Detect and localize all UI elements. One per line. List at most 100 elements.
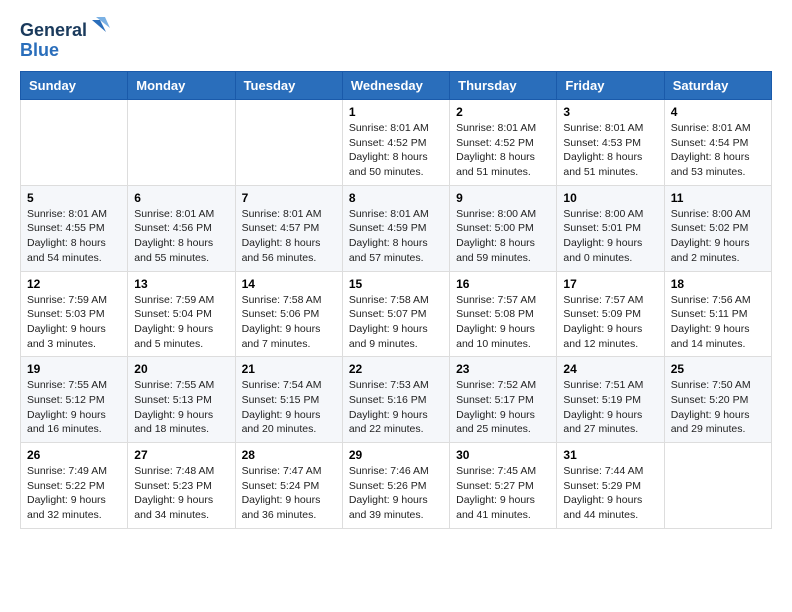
day-number: 15 — [349, 277, 443, 291]
day-info: Sunrise: 7:51 AM Sunset: 5:19 PM Dayligh… — [563, 378, 657, 437]
calendar-cell: 31 Sunrise: 7:44 AM Sunset: 5:29 PM Dayli… — [557, 443, 664, 529]
day-info: Sunrise: 8:00 AM Sunset: 5:02 PM Dayligh… — [671, 207, 765, 266]
day-number: 13 — [134, 277, 228, 291]
day-number: 25 — [671, 362, 765, 376]
day-number: 12 — [27, 277, 121, 291]
calendar-cell: 15 Sunrise: 7:58 AM Sunset: 5:07 PM Dayli… — [342, 271, 449, 357]
day-info: Sunrise: 7:50 AM Sunset: 5:20 PM Dayligh… — [671, 378, 765, 437]
day-info: Sunrise: 8:01 AM Sunset: 4:53 PM Dayligh… — [563, 121, 657, 180]
logo-icon: General Blue — [20, 16, 110, 61]
calendar-cell: 25 Sunrise: 7:50 AM Sunset: 5:20 PM Dayli… — [664, 357, 771, 443]
calendar-week-row: 26 Sunrise: 7:49 AM Sunset: 5:22 PM Dayli… — [21, 443, 772, 529]
weekday-header-row: SundayMondayTuesdayWednesdayThursdayFrid… — [21, 72, 772, 100]
day-info: Sunrise: 8:01 AM Sunset: 4:57 PM Dayligh… — [242, 207, 336, 266]
calendar-cell — [235, 100, 342, 186]
calendar-cell: 3 Sunrise: 8:01 AM Sunset: 4:53 PM Daylig… — [557, 100, 664, 186]
day-number: 11 — [671, 191, 765, 205]
calendar-table: SundayMondayTuesdayWednesdayThursdayFrid… — [20, 71, 772, 529]
day-number: 30 — [456, 448, 550, 462]
weekday-header: Wednesday — [342, 72, 449, 100]
calendar-cell: 14 Sunrise: 7:58 AM Sunset: 5:06 PM Dayli… — [235, 271, 342, 357]
calendar-cell: 24Sunrise: 7:51 AM Sunset: 5:19 PM Dayli… — [557, 357, 664, 443]
day-info: Sunrise: 7:59 AM Sunset: 5:03 PM Dayligh… — [27, 293, 121, 352]
calendar-cell: 9Sunrise: 8:00 AM Sunset: 5:00 PM Daylig… — [450, 185, 557, 271]
calendar-cell: 30 Sunrise: 7:45 AM Sunset: 5:27 PM Dayli… — [450, 443, 557, 529]
calendar-cell: 28 Sunrise: 7:47 AM Sunset: 5:24 PM Dayli… — [235, 443, 342, 529]
day-info: Sunrise: 8:01 AM Sunset: 4:59 PM Dayligh… — [349, 207, 443, 266]
day-info: Sunrise: 7:47 AM Sunset: 5:24 PM Dayligh… — [242, 464, 336, 523]
header: General Blue — [20, 16, 772, 61]
weekday-header: Monday — [128, 72, 235, 100]
day-number: 8 — [349, 191, 443, 205]
logo: General Blue — [20, 16, 110, 61]
day-number: 2 — [456, 105, 550, 119]
day-number: 9 — [456, 191, 550, 205]
calendar-cell: 27Sunrise: 7:48 AM Sunset: 5:23 PM Dayli… — [128, 443, 235, 529]
day-number: 7 — [242, 191, 336, 205]
day-info: Sunrise: 7:49 AM Sunset: 5:22 PM Dayligh… — [27, 464, 121, 523]
weekday-header: Sunday — [21, 72, 128, 100]
calendar-cell: 22 Sunrise: 7:53 AM Sunset: 5:16 PM Dayli… — [342, 357, 449, 443]
calendar-cell — [128, 100, 235, 186]
calendar-week-row: 12 Sunrise: 7:59 AM Sunset: 5:03 PM Dayli… — [21, 271, 772, 357]
page: General Blue SundayMondayTuesdayWednesda… — [0, 0, 792, 545]
calendar-cell: 7 Sunrise: 8:01 AM Sunset: 4:57 PM Daylig… — [235, 185, 342, 271]
day-info: Sunrise: 7:55 AM Sunset: 5:12 PM Dayligh… — [27, 378, 121, 437]
day-number: 3 — [563, 105, 657, 119]
calendar-cell — [664, 443, 771, 529]
day-info: Sunrise: 7:52 AM Sunset: 5:17 PM Dayligh… — [456, 378, 550, 437]
calendar-cell: 17Sunrise: 7:57 AM Sunset: 5:09 PM Dayli… — [557, 271, 664, 357]
calendar-cell: 10 Sunrise: 8:00 AM Sunset: 5:01 PM Dayli… — [557, 185, 664, 271]
day-number: 29 — [349, 448, 443, 462]
day-info: Sunrise: 7:44 AM Sunset: 5:29 PM Dayligh… — [563, 464, 657, 523]
day-info: Sunrise: 7:45 AM Sunset: 5:27 PM Dayligh… — [456, 464, 550, 523]
calendar-cell: 6Sunrise: 8:01 AM Sunset: 4:56 PM Daylig… — [128, 185, 235, 271]
day-number: 31 — [563, 448, 657, 462]
day-info: Sunrise: 7:58 AM Sunset: 5:06 PM Dayligh… — [242, 293, 336, 352]
day-number: 21 — [242, 362, 336, 376]
calendar-cell: 8 Sunrise: 8:01 AM Sunset: 4:59 PM Daylig… — [342, 185, 449, 271]
calendar-cell — [21, 100, 128, 186]
calendar-cell: 12 Sunrise: 7:59 AM Sunset: 5:03 PM Dayli… — [21, 271, 128, 357]
svg-text:Blue: Blue — [20, 40, 59, 60]
weekday-header: Thursday — [450, 72, 557, 100]
day-info: Sunrise: 7:53 AM Sunset: 5:16 PM Dayligh… — [349, 378, 443, 437]
calendar-cell: 23Sunrise: 7:52 AM Sunset: 5:17 PM Dayli… — [450, 357, 557, 443]
weekday-header: Saturday — [664, 72, 771, 100]
day-info: Sunrise: 8:01 AM Sunset: 4:52 PM Dayligh… — [349, 121, 443, 180]
calendar-cell: 16 Sunrise: 7:57 AM Sunset: 5:08 PM Dayli… — [450, 271, 557, 357]
day-number: 19 — [27, 362, 121, 376]
day-number: 1 — [349, 105, 443, 119]
day-info: Sunrise: 7:57 AM Sunset: 5:08 PM Dayligh… — [456, 293, 550, 352]
calendar-cell: 26 Sunrise: 7:49 AM Sunset: 5:22 PM Dayli… — [21, 443, 128, 529]
day-info: Sunrise: 7:54 AM Sunset: 5:15 PM Dayligh… — [242, 378, 336, 437]
calendar-cell: 5Sunrise: 8:01 AM Sunset: 4:55 PM Daylig… — [21, 185, 128, 271]
day-number: 18 — [671, 277, 765, 291]
day-number: 16 — [456, 277, 550, 291]
calendar-cell: 29 Sunrise: 7:46 AM Sunset: 5:26 PM Dayli… — [342, 443, 449, 529]
day-number: 6 — [134, 191, 228, 205]
day-number: 26 — [27, 448, 121, 462]
day-info: Sunrise: 7:46 AM Sunset: 5:26 PM Dayligh… — [349, 464, 443, 523]
day-info: Sunrise: 8:00 AM Sunset: 5:01 PM Dayligh… — [563, 207, 657, 266]
weekday-header: Tuesday — [235, 72, 342, 100]
day-number: 22 — [349, 362, 443, 376]
day-number: 10 — [563, 191, 657, 205]
day-number: 28 — [242, 448, 336, 462]
day-info: Sunrise: 8:01 AM Sunset: 4:52 PM Dayligh… — [456, 121, 550, 180]
calendar-cell: 11 Sunrise: 8:00 AM Sunset: 5:02 PM Dayli… — [664, 185, 771, 271]
day-info: Sunrise: 7:58 AM Sunset: 5:07 PM Dayligh… — [349, 293, 443, 352]
day-info: Sunrise: 7:59 AM Sunset: 5:04 PM Dayligh… — [134, 293, 228, 352]
day-info: Sunrise: 7:48 AM Sunset: 5:23 PM Dayligh… — [134, 464, 228, 523]
day-info: Sunrise: 7:57 AM Sunset: 5:09 PM Dayligh… — [563, 293, 657, 352]
day-info: Sunrise: 8:01 AM Sunset: 4:55 PM Dayligh… — [27, 207, 121, 266]
weekday-header: Friday — [557, 72, 664, 100]
day-info: Sunrise: 8:01 AM Sunset: 4:54 PM Dayligh… — [671, 121, 765, 180]
calendar-week-row: 1 Sunrise: 8:01 AM Sunset: 4:52 PM Daylig… — [21, 100, 772, 186]
day-number: 14 — [242, 277, 336, 291]
day-number: 20 — [134, 362, 228, 376]
calendar-cell: 21 Sunrise: 7:54 AM Sunset: 5:15 PM Dayli… — [235, 357, 342, 443]
calendar-cell: 1 Sunrise: 8:01 AM Sunset: 4:52 PM Daylig… — [342, 100, 449, 186]
calendar-cell: 13 Sunrise: 7:59 AM Sunset: 5:04 PM Dayli… — [128, 271, 235, 357]
calendar-cell: 2 Sunrise: 8:01 AM Sunset: 4:52 PM Daylig… — [450, 100, 557, 186]
